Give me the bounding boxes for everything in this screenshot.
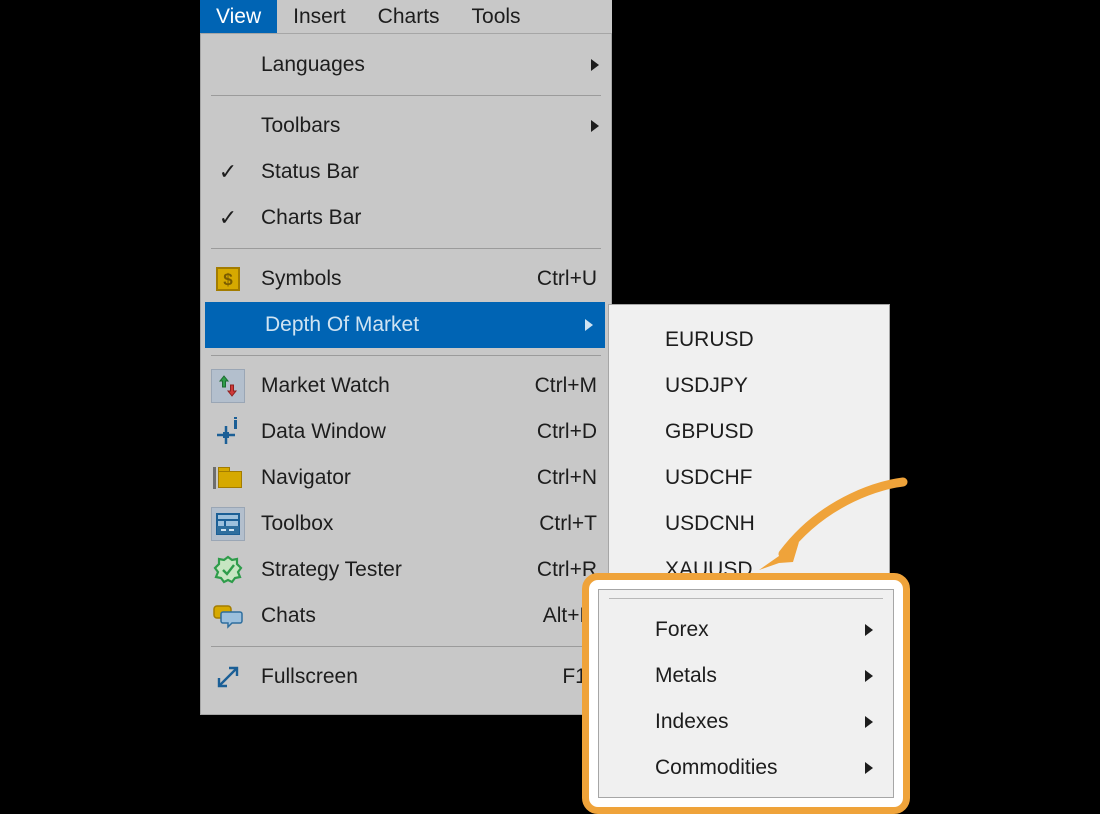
menu-item-fullscreen-label: Fullscreen <box>261 665 358 688</box>
menu-item-strategy-tester-label: Strategy Tester <box>261 558 402 581</box>
submenu-item-commodities[interactable]: Commodities <box>599 745 893 791</box>
menu-item-toolbox-label: Toolbox <box>261 512 334 535</box>
menu-item-market-watch-shortcut: Ctrl+M <box>534 374 597 397</box>
chevron-right-icon <box>865 624 873 636</box>
submenu-item-usdjpy[interactable]: USDJPY <box>609 363 889 409</box>
dollar-symbol-icon: $ <box>211 262 245 296</box>
menu-item-market-watch-label: Market Watch <box>261 374 390 397</box>
menu-item-symbols-label: Symbols <box>261 267 342 290</box>
screenshot-stage: View Insert Charts Tools Languages Toolb… <box>0 0 1100 814</box>
menu-item-navigator[interactable]: Navigator Ctrl+N <box>201 455 611 501</box>
menu-item-charts-bar[interactable]: ✓ Charts Bar <box>201 195 611 241</box>
submenu-item-usdchf[interactable]: USDCHF <box>609 455 889 501</box>
menu-item-toolbox-shortcut: Ctrl+T <box>539 512 597 535</box>
menu-item-data-window-label: Data Window <box>261 420 386 443</box>
checkmark-icon: ✓ <box>218 205 238 230</box>
menubar-item-insert-label: Insert <box>293 4 346 28</box>
menu-separator <box>211 355 601 356</box>
toolbox-icon <box>211 507 245 541</box>
submenu-item-indexes-label: Indexes <box>655 710 729 733</box>
menu-separator <box>211 646 601 647</box>
menu-item-icon-placeholder <box>211 48 245 82</box>
menu-item-toolbox[interactable]: Toolbox Ctrl+T <box>201 501 611 547</box>
menu-item-status-bar-label: Status Bar <box>261 160 360 183</box>
strategy-tester-icon <box>211 553 245 587</box>
menu-item-status-bar[interactable]: ✓ Status Bar <box>201 149 611 195</box>
chevron-right-icon <box>591 59 599 71</box>
menubar-item-insert[interactable]: Insert <box>277 0 362 33</box>
submenu-item-usdjpy-label: USDJPY <box>665 374 748 397</box>
chevron-right-icon <box>591 120 599 132</box>
menu-item-symbols-shortcut: Ctrl+U <box>536 267 597 290</box>
menubar-item-view-label: View <box>216 4 262 28</box>
chevron-right-icon <box>585 319 593 331</box>
menu-item-navigator-shortcut: Ctrl+N <box>536 466 597 489</box>
submenu-item-eurusd[interactable]: EURUSD <box>609 317 889 363</box>
chevron-right-icon <box>865 762 873 774</box>
menu-item-navigator-label: Navigator <box>261 466 351 489</box>
menu-item-depth-of-market-label: Depth Of Market <box>265 313 420 336</box>
menu-separator <box>609 598 883 599</box>
menu-item-chats[interactable]: Chats Alt+M <box>201 593 611 639</box>
menu-item-symbols[interactable]: $ Symbols Ctrl+U <box>201 256 611 302</box>
submenu-item-metals[interactable]: Metals <box>599 653 893 699</box>
chevron-right-icon <box>865 716 873 728</box>
menu-item-fullscreen[interactable]: Fullscreen F11 <box>201 654 611 700</box>
submenu-item-commodities-label: Commodities <box>655 756 778 779</box>
menubar-item-tools[interactable]: Tools <box>456 0 537 33</box>
market-watch-icon <box>211 369 245 403</box>
menu-item-toolbars[interactable]: Toolbars <box>201 103 611 149</box>
submenu-item-gbpusd[interactable]: GBPUSD <box>609 409 889 455</box>
submenu-item-indexes[interactable]: Indexes <box>599 699 893 745</box>
menubar-item-charts[interactable]: Charts <box>362 0 456 33</box>
menu-item-icon-placeholder <box>211 109 245 143</box>
submenu-item-gbpusd-label: GBPUSD <box>665 420 754 443</box>
menu-item-strategy-tester[interactable]: Strategy Tester Ctrl+R <box>201 547 611 593</box>
menu-item-data-window-shortcut: Ctrl+D <box>536 420 597 443</box>
menu-item-data-window[interactable]: Data Window Ctrl+D <box>201 409 611 455</box>
depth-of-market-submenu: EURUSD USDJPY GBPUSD USDCHF USDCNH XAUUS… <box>608 304 890 592</box>
menu-separator <box>211 248 601 249</box>
menu-item-toolbars-label: Toolbars <box>261 114 341 137</box>
submenu-item-forex-label: Forex <box>655 618 709 641</box>
submenu-item-usdcnh[interactable]: USDCNH <box>609 501 889 547</box>
menu-separator <box>211 95 601 96</box>
menu-item-chats-label: Chats <box>261 604 316 627</box>
submenu-item-metals-label: Metals <box>655 664 717 687</box>
checkmark-icon: ✓ <box>218 159 238 184</box>
menu-item-languages[interactable]: Languages <box>201 42 611 88</box>
menu-bar: View Insert Charts Tools <box>200 0 612 33</box>
menu-item-languages-label: Languages <box>261 53 365 76</box>
submenu-item-forex[interactable]: Forex <box>599 607 893 653</box>
chats-icon <box>211 599 245 633</box>
menubar-item-view[interactable]: View <box>200 0 278 33</box>
view-dropdown-menu: Languages Toolbars ✓ Status Bar ✓ Charts… <box>200 33 612 715</box>
menu-item-market-watch[interactable]: Market Watch Ctrl+M <box>201 363 611 409</box>
submenu-item-usdchf-label: USDCHF <box>665 466 753 489</box>
chevron-right-icon <box>865 670 873 682</box>
menu-item-charts-bar-label: Charts Bar <box>261 206 362 229</box>
symbol-category-submenu: Forex Metals Indexes Commodities <box>598 589 894 798</box>
navigator-folder-icon <box>211 461 245 495</box>
fullscreen-icon <box>211 660 245 694</box>
submenu-item-usdcnh-label: USDCNH <box>665 512 755 535</box>
menu-item-icon-placeholder <box>215 308 249 342</box>
submenu-item-eurusd-label: EURUSD <box>665 328 754 351</box>
menubar-item-tools-label: Tools <box>471 4 521 28</box>
category-submenu-highlight-wrapper: Forex Metals Indexes Commodities <box>582 573 910 814</box>
menubar-item-charts-label: Charts <box>377 4 440 28</box>
menu-item-depth-of-market[interactable]: Depth Of Market <box>205 302 605 348</box>
data-window-icon <box>211 415 245 449</box>
